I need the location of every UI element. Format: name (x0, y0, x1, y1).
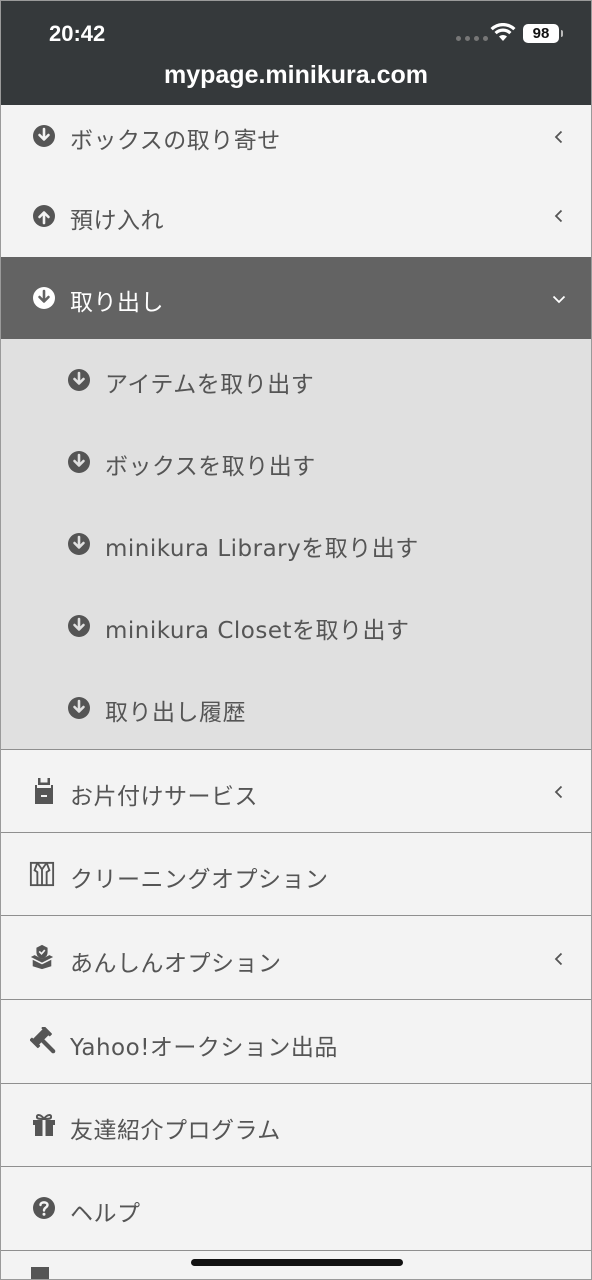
screen: 20:42 98 mypage.minikura.com ボックスの取り寄せ 預… (0, 0, 592, 1280)
apron-icon (31, 778, 57, 804)
menu-item-label: あんしんオプション (70, 951, 282, 977)
cellular-signal-icon (456, 36, 488, 41)
menu-item-label: 取り出し (70, 290, 164, 316)
submenu-item-retrieve-closet[interactable]: minikura Closetを取り出す (1, 585, 591, 667)
next-item-icon (31, 1267, 49, 1279)
battery-indicator: 98 (523, 24, 563, 43)
chevron-left-icon (554, 130, 563, 144)
submenu-item-retrieve-box[interactable]: ボックスを取り出す (1, 421, 591, 503)
menu-item-anshin-option[interactable]: あんしんオプション (1, 915, 591, 999)
menu-item-label: お片付けサービス (70, 784, 258, 810)
menu-item-help[interactable]: ヘルプ (1, 1166, 591, 1250)
arrow-circle-down-icon (31, 285, 57, 311)
menu-item-deposit[interactable]: 預け入れ (1, 175, 591, 257)
arrow-circle-down-icon (66, 695, 92, 721)
chevron-down-icon (552, 295, 566, 304)
submenu-item-label: minikura Closetを取り出す (105, 618, 410, 644)
menu-item-retrieve[interactable]: 取り出し (1, 257, 591, 339)
menu-item-label: Yahoo!オークション出品 (70, 1035, 338, 1061)
menu-item-box-order[interactable]: ボックスの取り寄せ (1, 105, 591, 175)
menu-item-label: ボックスの取り寄せ (70, 128, 281, 154)
gift-icon (31, 1112, 57, 1138)
menu-item-label: 友達紹介プログラム (70, 1118, 281, 1144)
menu-item-label: ヘルプ (70, 1201, 141, 1227)
submenu-item-label: アイテムを取り出す (105, 372, 315, 398)
menu-item-cleaning-option[interactable]: クリーニングオプション (1, 832, 591, 915)
shirt-icon (29, 861, 55, 887)
submenu-item-retrieve-history[interactable]: 取り出し履歴 (1, 667, 591, 749)
shield-box-icon (29, 944, 55, 970)
home-indicator[interactable] (191, 1259, 403, 1266)
chevron-left-icon (554, 785, 563, 799)
arrow-circle-down-icon (66, 531, 92, 557)
submenu-item-retrieve-library[interactable]: minikura Libraryを取り出す (1, 503, 591, 585)
submenu-item-label: ボックスを取り出す (105, 454, 316, 480)
chevron-left-icon (554, 952, 563, 966)
menu-item-referral-program[interactable]: 友達紹介プログラム (1, 1083, 591, 1166)
question-circle-icon (31, 1195, 57, 1221)
arrow-circle-up-icon (31, 203, 57, 229)
gavel-icon (30, 1027, 56, 1054)
url-bar[interactable]: mypage.minikura.com (1, 61, 591, 90)
arrow-circle-down-icon (66, 613, 92, 639)
menu-item-yahoo-auction[interactable]: Yahoo!オークション出品 (1, 999, 591, 1083)
arrow-circle-down-icon (66, 367, 92, 393)
arrow-circle-down-icon (31, 123, 57, 149)
status-time: 20:42 (49, 21, 106, 46)
wifi-icon (490, 23, 516, 41)
menu-item-label: クリーニングオプション (70, 867, 329, 893)
browser-top-bar: 20:42 98 mypage.minikura.com (1, 1, 591, 105)
chevron-left-icon (554, 209, 563, 223)
arrow-circle-down-icon (66, 449, 92, 475)
menu-item-label: 預け入れ (70, 208, 164, 234)
submenu-item-retrieve-item[interactable]: アイテムを取り出す (1, 339, 591, 421)
menu-item-tidy-service[interactable]: お片付けサービス (1, 749, 591, 832)
submenu-item-label: minikura Libraryを取り出す (105, 536, 419, 562)
submenu-item-label: 取り出し履歴 (105, 700, 246, 726)
